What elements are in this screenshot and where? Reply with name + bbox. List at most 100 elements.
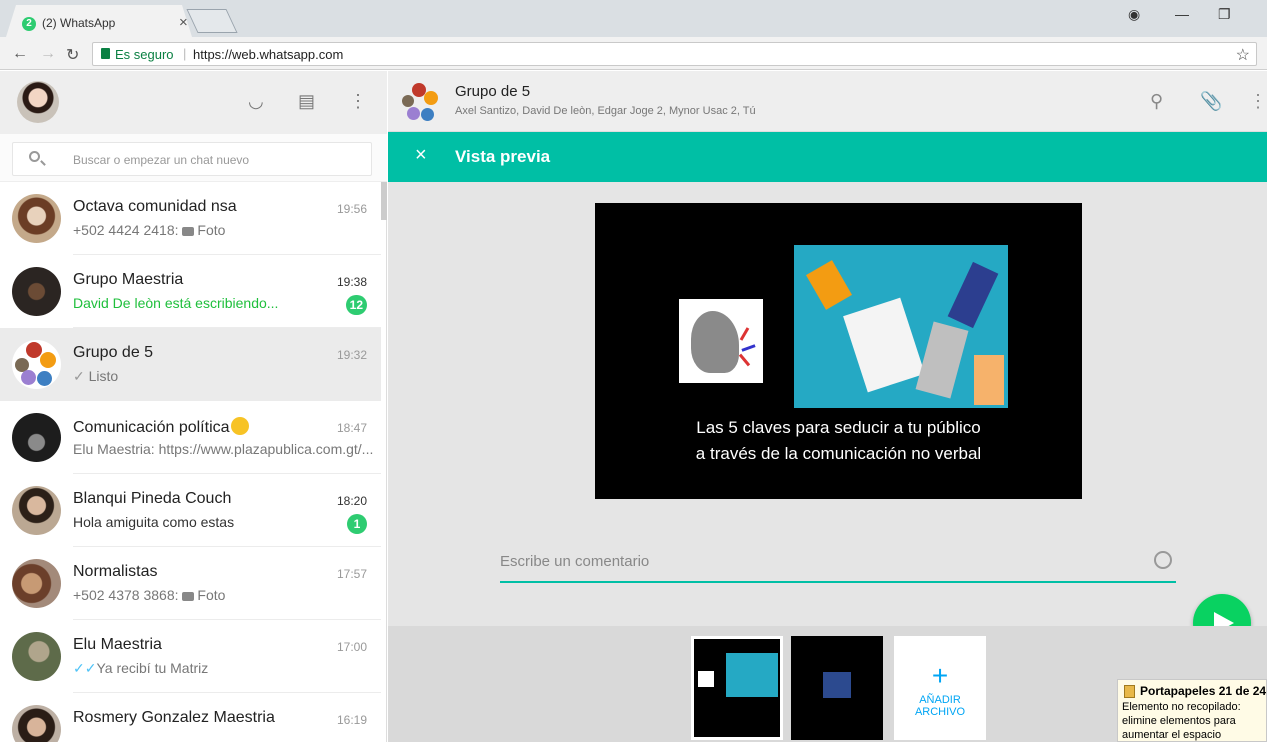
chat-time: 18:20 [336,494,367,508]
chat-list: Octava comunidad nsa 19:56 +502 4424 241… [0,182,387,742]
attachment-thumbnail[interactable] [691,636,783,740]
chat-name: Rosmery Gonzalez Maestria [73,709,275,726]
search-icon[interactable]: ⚲ [1150,91,1163,112]
attach-icon[interactable]: 📎 [1200,91,1222,112]
clipboard-icon [1124,685,1135,698]
url-text[interactable]: https://web.whatsapp.com [193,47,343,62]
chat-item[interactable]: Blanqui Pineda Couch 18:20 Hola amiguita… [0,474,381,547]
chat-item[interactable]: Normalistas 17:57 +502 4378 3868: Foto [0,547,381,620]
chat-time: 18:47 [336,421,367,435]
avatar-dot [407,107,420,120]
sound-line [739,327,750,341]
new-chat-icon[interactable]: ▤ [298,91,315,112]
bookmark-star-icon[interactable]: ☆ [1236,45,1250,65]
image-preview: Las 5 claves para seducir a tu público a… [595,203,1082,499]
lock-icon [101,48,110,59]
attachment-thumbnail[interactable] [791,636,883,740]
emoji-icon[interactable] [1154,551,1172,569]
chat-item[interactable]: Grupo de 5 19:32 ✓ Listo [0,328,381,401]
profile-avatar[interactable] [17,81,59,123]
avatar-dot [421,108,434,121]
message-text: Listo [88,368,119,384]
clipboard-message: Elemento no recopilado: elimine elemento… [1122,701,1241,741]
status-icon[interactable]: ◡ [248,91,264,112]
chat-name: Octava comunidad nsa [73,198,237,215]
chat-last-message: Elu Maestria: https://www.plazapublica.c… [73,441,373,457]
browser-tab[interactable]: 2 (2) WhatsApp × [6,5,192,37]
new-tab-button[interactable] [186,9,238,33]
menu-icon[interactable]: ⋮ [1249,91,1267,112]
close-icon[interactable]: × [415,144,427,167]
chat-item[interactable]: Grupo Maestria 19:38 David De leòn está … [0,255,381,328]
unread-badge: 1 [347,514,367,534]
speaking-head-icon [691,311,739,373]
sound-line [738,353,751,367]
secure-label: Es seguro [115,47,174,62]
clipboard-notification[interactable]: Portapapeles 21 de 24 Elemento no recopi… [1117,679,1267,742]
chat-time: 19:56 [336,202,367,216]
thumbnail-image [823,672,851,698]
minimize-icon[interactable]: — [1175,6,1189,22]
chat-last-message: ✓✓Ya recibí tu Matriz [73,660,208,677]
add-file-label: AÑADIR ARCHIVO [894,694,986,718]
chat-time: 17:00 [336,640,367,654]
comment-input[interactable]: Escribe un comentario [500,541,1176,583]
avatar-dot [40,352,56,368]
menu-icon[interactable]: ⋮ [349,91,367,112]
search-placeholder: Buscar o empezar un chat nuevo [73,153,250,167]
chat-item[interactable]: Elu Maestria 17:00 ✓✓Ya recibí tu Matriz [0,620,381,693]
preview-header: × Vista previa [388,132,1267,182]
conversation-panel: Grupo de 5 Axel Santizo, David De leòn, … [388,71,1267,742]
microphone-shape [947,261,999,329]
double-check-icon: ✓✓ [73,660,97,676]
message-text: +502 4378 3868: [73,587,183,603]
avatar-dot [402,95,414,107]
reload-icon[interactable]: ↻ [66,45,79,65]
add-file-label-line: AÑADIR [919,694,961,706]
slide-caption-line: Las 5 claves para seducir a tu público [696,418,981,437]
chat-avatar [12,486,61,535]
chat-list-scrollbar[interactable] [381,182,387,220]
clipboard-title: Portapapeles 21 de 24 [1140,684,1267,698]
avatar-dot [424,91,438,105]
address-bar[interactable]: Es seguro | https://web.whatsapp.com ☆ [92,42,1257,66]
group-avatar[interactable] [400,83,440,123]
chat-time: 19:32 [336,348,367,362]
tab-close-icon[interactable]: × [179,14,188,31]
press-illustration [794,245,1008,408]
chat-last-message: +502 4424 2418: Foto [73,222,225,238]
slide-caption: Las 5 claves para seducir a tu público a… [595,415,1082,467]
notepad-shape [843,297,925,393]
chat-item[interactable]: Rosmery Gonzalez Maestria 16:19 [0,693,381,742]
speaker-illustration [679,299,763,383]
attachment-label: Foto [197,587,226,603]
sound-line [741,344,756,352]
thumbnail-image [726,653,778,697]
chat-item[interactable]: Octava comunidad nsa 19:56 +502 4424 241… [0,182,381,255]
forward-icon[interactable]: → [40,45,56,63]
search-icon [29,151,40,162]
search-input[interactable]: Buscar o empezar un chat nuevo [12,142,372,176]
slide-caption-line: a través de la comunicación no verbal [695,444,982,463]
browser-toolbar: ← → ↻ Es seguro | https://web.whatsapp.c… [0,37,1267,70]
restore-icon[interactable]: ❐ [1218,6,1231,23]
avatar-dot [21,370,36,385]
chat-time: 19:38 [336,275,367,289]
chat-avatar [12,705,61,742]
chat-name: Normalistas [73,563,158,580]
conversation-participants: Axel Santizo, David De leòn, Edgar Joge … [455,105,756,117]
add-file-button[interactable]: + AÑADIR ARCHIVO [894,636,986,740]
camera-icon [182,592,195,601]
preview-title: Vista previa [455,147,551,166]
thumbnail-image [698,671,714,687]
chat-item[interactable]: Comunicación política 18:47 Elu Maestria… [0,401,381,474]
chat-name: Comunicación política [73,417,249,437]
hand-shape [974,355,1004,405]
back-icon[interactable]: ← [12,45,28,63]
message-text: Ya recibí tu Matriz [96,660,209,676]
browser-tabbar: 2 (2) WhatsApp × ◉ — ❐ [0,0,1267,37]
profile-icon[interactable]: ◉ [1128,6,1140,23]
chat-name: Grupo Maestria [73,271,184,288]
conversation-header[interactable]: Grupo de 5 Axel Santizo, David De leòn, … [388,71,1267,132]
conversation-title: Grupo de 5 [455,83,531,100]
